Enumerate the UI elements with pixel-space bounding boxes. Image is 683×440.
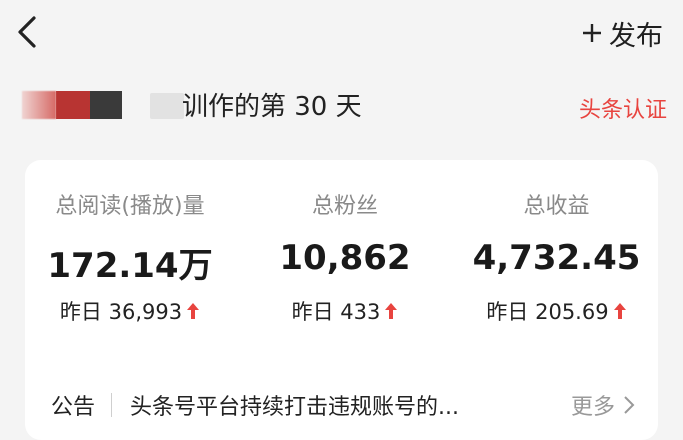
avatar[interactable] bbox=[22, 91, 122, 119]
profile-row: 训作的第 30 天 头条认证 bbox=[0, 80, 683, 132]
stat-value: 172.14万 bbox=[47, 246, 213, 286]
back-button[interactable] bbox=[12, 12, 48, 52]
arrow-up-icon bbox=[613, 303, 626, 319]
announcement-label: 公告 bbox=[51, 395, 96, 420]
chevron-right-icon bbox=[624, 396, 635, 414]
stat-value: 10,862 bbox=[279, 238, 411, 278]
top-bar: 发布 bbox=[0, 0, 683, 66]
plus-icon bbox=[583, 24, 601, 42]
yesterday-text: 昨日 433 bbox=[291, 300, 381, 324]
chevron-left-icon bbox=[18, 16, 36, 48]
creation-days-text: 训作的第 30 天 bbox=[182, 92, 362, 122]
divider bbox=[111, 393, 113, 417]
stat-value: 4,732.45 bbox=[472, 238, 641, 278]
stat-yesterday: 昨日 205.69 bbox=[455, 296, 658, 326]
arrow-up-icon bbox=[187, 303, 200, 319]
announcement-bar[interactable]: 公告 头条号平台持续打击违规账号的... 更多 bbox=[51, 388, 635, 422]
announcement-text[interactable]: 头条号平台持续打击违规账号的... bbox=[130, 389, 571, 421]
stat-label: 总收益 bbox=[523, 194, 590, 219]
redacted-name bbox=[150, 93, 184, 119]
stat-label: 总粉丝 bbox=[311, 194, 378, 219]
stat-yesterday: 昨日 433 bbox=[235, 296, 455, 326]
stats-card: 总阅读(播放)量 172.14万 昨日 36,993 总粉丝 10,862 昨日… bbox=[25, 160, 658, 440]
stat-yesterday: 昨日 36,993 bbox=[25, 296, 235, 326]
certification-link[interactable]: 头条认证 bbox=[579, 92, 667, 124]
more-button[interactable]: 更多 bbox=[571, 389, 635, 421]
yesterday-text: 昨日 205.69 bbox=[486, 300, 609, 324]
publish-label: 发布 bbox=[609, 20, 663, 52]
yesterday-text: 昨日 36,993 bbox=[59, 300, 183, 324]
publish-button[interactable]: 发布 bbox=[581, 14, 663, 52]
stat-label: 总阅读(播放)量 bbox=[55, 194, 205, 219]
arrow-up-icon bbox=[385, 303, 398, 319]
more-label: 更多 bbox=[570, 395, 615, 420]
